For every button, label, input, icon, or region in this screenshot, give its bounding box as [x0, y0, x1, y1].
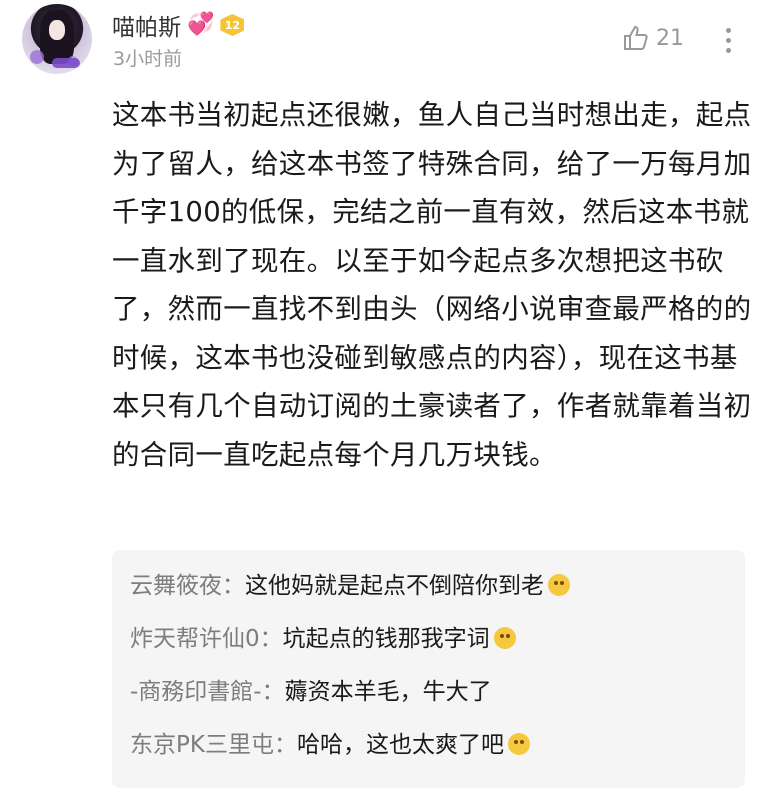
avatar-frame-badge [52, 58, 80, 68]
surprised-emoji-icon [493, 627, 516, 649]
reply-author[interactable]: 云舞筱夜： [130, 573, 245, 599]
like-count: 21 [656, 25, 684, 51]
more-options-icon[interactable] [726, 28, 732, 53]
comment-text: 这本书当初起点还很嫩，鱼人自己当时想出走，起点为了留人，给这本书签了特殊合同，给… [112, 99, 752, 471]
heart-icon: 💞 [187, 12, 215, 37]
reply-item[interactable]: 炸天帮许仙0：坑起点的钱那我字词 [130, 613, 745, 666]
thinking-emoji-icon [548, 574, 570, 596]
username-row: 喵帕斯 💞 12 [112, 8, 245, 42]
username[interactable]: 喵帕斯 [112, 8, 181, 42]
reply-text: 哈哈，这也太爽了吧 [296, 732, 504, 758]
reply-list[interactable]: 云舞筱夜：这他妈就是起点不倒陪你到老 炸天帮许仙0：坑起点的钱那我字词 -商務印… [112, 550, 745, 788]
thumbs-up-icon [624, 25, 648, 50]
reply-author[interactable]: -商務印書館-： [130, 679, 285, 705]
reply-text: 这他妈就是起点不倒陪你到老 [245, 573, 544, 599]
reply-author[interactable]: 东京PK三里屯： [130, 732, 297, 758]
avatar-face [49, 20, 65, 40]
reply-item[interactable]: 东京PK三里屯：哈哈，这也太爽了吧 [130, 719, 745, 772]
avatar-decoration [30, 50, 44, 64]
reply-item[interactable]: -商務印書館-：薅资本羊毛，牛大了 [130, 666, 745, 719]
reply-item[interactable]: 云舞筱夜：这他妈就是起点不倒陪你到老 [130, 560, 745, 613]
reply-text: 坑起点的钱那我字词 [282, 626, 490, 652]
avatar[interactable] [22, 4, 92, 74]
level-badge: 12 [220, 14, 245, 36]
post-time: 3小时前 [113, 48, 183, 70]
reply-author[interactable]: 炸天帮许仙0： [130, 626, 283, 652]
reply-text: 薅资本羊毛，牛大了 [284, 679, 492, 705]
surprised-emoji-icon [507, 733, 530, 755]
like-button[interactable]: 21 [622, 24, 684, 52]
